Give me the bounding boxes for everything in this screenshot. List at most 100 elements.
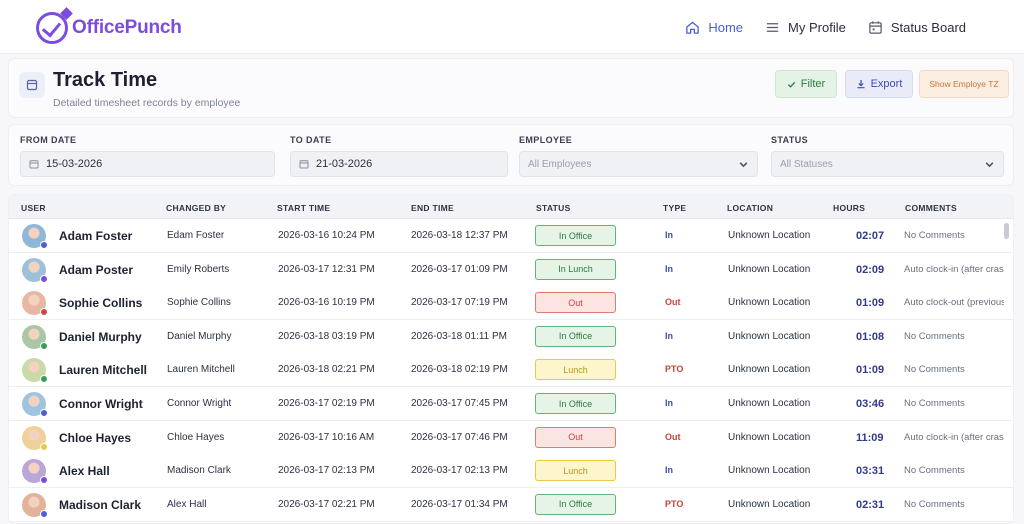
- column-header-user[interactable]: USER: [21, 203, 46, 213]
- table-row[interactable]: Daniel Murphy Daniel Murphy 2026-03-18 03:…: [9, 319, 1013, 354]
- comments: No Comments: [904, 364, 965, 376]
- location: Unknown Location: [728, 465, 811, 477]
- user-name[interactable]: Chloe Hayes: [59, 431, 131, 445]
- check-icon: [787, 81, 796, 88]
- end-time: 2026-03-17 07:46 PM: [411, 431, 508, 443]
- nav-home[interactable]: Home: [685, 20, 743, 35]
- comments: No Comments: [904, 465, 965, 477]
- export-button[interactable]: Export: [845, 70, 913, 98]
- avatar: [22, 425, 48, 451]
- from-date-field[interactable]: 15-03-2026: [20, 151, 275, 177]
- status-select[interactable]: All Statuses: [771, 151, 1004, 177]
- page-header: Track Time Detailed timesheet records by…: [8, 58, 1014, 118]
- table-row[interactable]: Sophie Collins Sophie Collins 2026-03-16 1…: [9, 286, 1013, 321]
- employee-select[interactable]: All Employees: [519, 151, 758, 177]
- user-name[interactable]: Madison Clark: [59, 498, 141, 512]
- status-badge-label: Lunch: [563, 465, 588, 476]
- hours: 01:09: [856, 364, 885, 377]
- table-row[interactable]: Lauren Mitchell Lauren Mitchell 2026-03-18…: [9, 353, 1013, 388]
- document-icon: [19, 72, 45, 98]
- column-header-type[interactable]: TYPE: [663, 203, 686, 213]
- status-badge: In Office: [535, 225, 616, 246]
- column-header-comments[interactable]: COMMENTS: [905, 203, 957, 213]
- entry-type: In: [665, 398, 673, 408]
- table-row[interactable]: Alex Hall Madison Clark 2026-03-17 02:13 P…: [9, 454, 1013, 489]
- export-button-label: Export: [870, 78, 903, 90]
- hours: 02:09: [856, 263, 885, 276]
- avatar: [22, 291, 48, 317]
- table-row[interactable]: Madison Clark Alex Hall 2026-03-17 02:21 P…: [9, 487, 1013, 522]
- hours: 11:09: [856, 431, 884, 444]
- avatar: [22, 324, 48, 350]
- column-header-end-time[interactable]: END TIME: [411, 203, 454, 213]
- comments: No Comments: [904, 398, 965, 409]
- user-name[interactable]: Lauren Mitchell: [59, 363, 147, 377]
- status-badge-label: In Office: [558, 398, 593, 409]
- nav-my-profile[interactable]: My Profile: [765, 20, 846, 35]
- comments: Auto clock-in (after crash): [904, 431, 1004, 443]
- show-employee-tz-button[interactable]: Show Employe TZ: [919, 70, 1009, 98]
- menu-icon: [766, 22, 779, 32]
- column-header-location[interactable]: LOCATION: [727, 203, 773, 213]
- entry-type: PTO: [665, 498, 684, 509]
- start-time: 2026-03-18 03:19 PM: [278, 330, 375, 342]
- location: Unknown Location: [728, 364, 811, 376]
- table-row[interactable]: Adam Poster Emily Roberts 2026-03-17 12:31…: [9, 252, 1013, 287]
- presence-dot: [40, 476, 48, 485]
- comments: No Comments: [904, 498, 965, 510]
- entry-type: Out: [665, 297, 681, 308]
- filter-button-label: Filter: [800, 78, 826, 90]
- status-badge: Out: [535, 426, 616, 448]
- to-date-label: TO DATE: [290, 135, 332, 145]
- table-scrollbar[interactable]: [1004, 223, 1009, 239]
- table-row[interactable]: Connor Wright Connor Wright 2026-03-17 02:…: [9, 387, 1013, 421]
- changed-by: Lauren Mitchell: [167, 364, 235, 376]
- user-name[interactable]: Sophie Collins: [59, 296, 142, 310]
- start-time: 2026-03-16 10:24 PM: [278, 230, 375, 241]
- changed-by: Alex Hall: [167, 498, 207, 510]
- column-header-hours[interactable]: HOURS: [833, 203, 865, 213]
- filters-panel: FROM DATE 15-03-2026 TO DATE 21-03-2026 …: [8, 124, 1014, 186]
- comments: No Comments: [904, 330, 965, 342]
- entry-type: PTO: [665, 364, 684, 375]
- avatar: [22, 257, 48, 283]
- column-header-status[interactable]: STATUS: [536, 203, 571, 213]
- location: Unknown Location: [728, 330, 811, 342]
- changed-by: Emily Roberts: [167, 263, 230, 275]
- column-header-start-time[interactable]: START TIME: [277, 203, 330, 213]
- changed-by: Chloe Hayes: [167, 431, 225, 443]
- show-employee-tz-label: Show Employe TZ: [929, 79, 999, 89]
- start-time: 2026-03-17 12:31 PM: [278, 263, 375, 275]
- column-header-changed-by[interactable]: CHANGED BY: [166, 203, 226, 213]
- status-badge: In Office: [535, 393, 616, 414]
- end-time: 2026-03-18 02:19 PM: [411, 364, 508, 376]
- entry-type: In: [665, 330, 673, 341]
- filter-button[interactable]: Filter: [775, 70, 837, 98]
- comments: Auto clock-out (previous-: [904, 297, 1004, 309]
- table-row[interactable]: Adam Foster Edam Foster 2026-03-16 10:24 P…: [9, 219, 1013, 253]
- user-name[interactable]: Connor Wright: [59, 397, 143, 411]
- start-time: 2026-03-16 10:19 PM: [278, 297, 375, 309]
- table-row[interactable]: Chloe Hayes Chloe Hayes 2026-03-17 10:16 A…: [9, 420, 1013, 455]
- download-icon: [857, 80, 865, 89]
- user-name[interactable]: Daniel Murphy: [59, 330, 142, 344]
- calendar-icon: [869, 20, 882, 34]
- app-logo[interactable]: OfficePunch: [36, 7, 182, 44]
- avatar: [22, 492, 48, 518]
- status-badge: Lunch: [535, 460, 616, 482]
- nav-status-board-label: Status Board: [890, 19, 966, 35]
- user-name[interactable]: Alex Hall: [59, 464, 110, 478]
- location: Unknown Location: [728, 498, 811, 510]
- hours: 03:46: [856, 398, 885, 410]
- user-name[interactable]: Adam Poster: [59, 263, 133, 277]
- to-date-field[interactable]: 21-03-2026: [290, 151, 508, 177]
- hours: 02:31: [856, 498, 885, 511]
- status-badge: In Lunch: [535, 258, 616, 280]
- start-time: 2026-03-18 02:21 PM: [278, 364, 375, 376]
- end-time: 2026-03-17 07:19 PM: [411, 297, 508, 309]
- logo-check-icon: [36, 7, 73, 44]
- user-name[interactable]: Adam Foster: [59, 229, 132, 243]
- status-badge-label: Out: [568, 297, 583, 308]
- nav-status-board[interactable]: Status Board: [868, 20, 966, 35]
- entry-type: In: [665, 465, 673, 476]
